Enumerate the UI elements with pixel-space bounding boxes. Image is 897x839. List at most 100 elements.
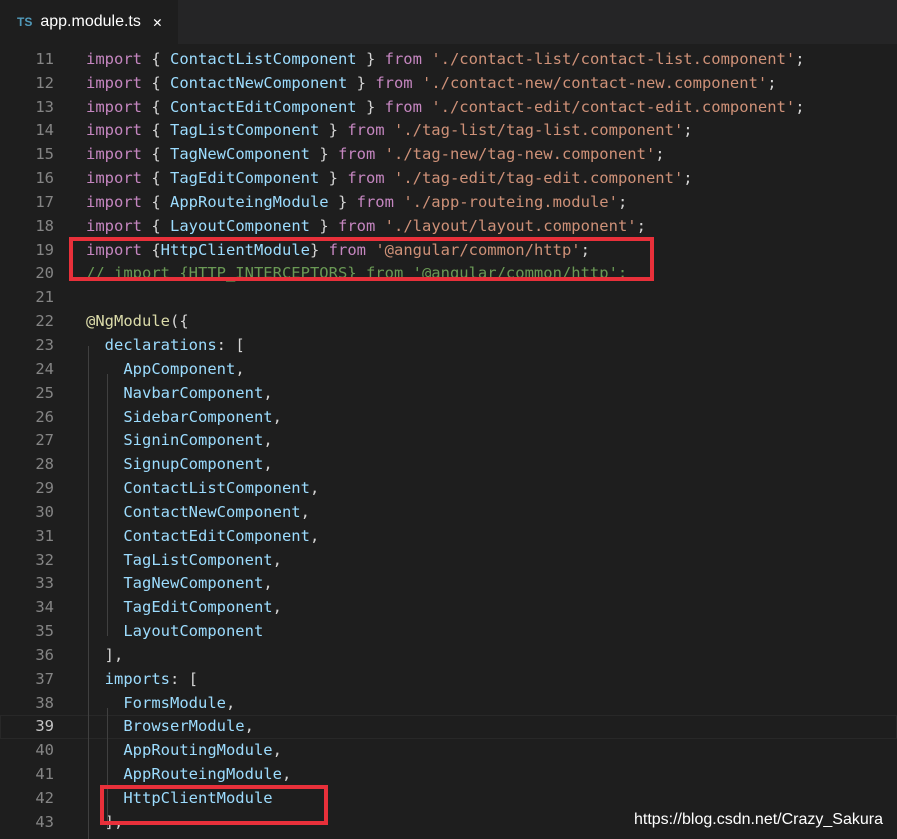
line-number: 24 (35, 359, 54, 378)
line-number: 42 (35, 789, 54, 807)
code-token: declarations (104, 335, 217, 354)
code-line[interactable]: 15 import { TagNewComponent } from './tag… (0, 143, 897, 167)
code-line[interactable]: 29 ContactListComponent, (0, 477, 897, 501)
code-token: from (337, 216, 376, 235)
code-line[interactable]: 18 import { LayoutComponent } from './lay… (0, 215, 897, 239)
code-text: NavbarComponent, (86, 382, 272, 406)
code-token: , (281, 765, 292, 784)
code-token: from (384, 97, 422, 116)
code-token: } (347, 73, 376, 92)
code-line[interactable]: 34 TagEditComponent, (0, 596, 897, 620)
code-line[interactable]: 11 import { ContactListComponent } from '… (0, 48, 897, 72)
code-token: , (235, 359, 245, 378)
code-line[interactable]: 22 @NgModule({ (0, 310, 897, 334)
code-text: LayoutComponent (86, 620, 263, 644)
code-token: ], (86, 645, 124, 664)
code-text: @NgModule({ (86, 310, 189, 334)
code-token: AppRouteingModule (123, 765, 282, 784)
tab-app-module[interactable]: TS app.module.ts ✕ (0, 0, 178, 44)
line-number: 23 (35, 335, 54, 354)
code-token: ; (617, 192, 628, 211)
code-token: './contact-list/contact-list.component' (431, 49, 796, 68)
tab-bar: TS app.module.ts ✕ (0, 0, 897, 44)
code-editor[interactable]: 10import { SignupComponent } from './sig… (0, 44, 897, 839)
code-line[interactable]: 33 TagNewComponent, (0, 572, 897, 596)
code-token: ; (795, 97, 805, 116)
line-number: 18 (35, 216, 54, 235)
code-text: import { ContactEditComponent } from './… (86, 96, 805, 120)
code-token: from (347, 121, 385, 140)
code-line[interactable]: 17 import { AppRouteingModule } from './a… (0, 191, 897, 215)
line-number: 43 (35, 812, 54, 831)
line-number: 35 (35, 622, 54, 641)
code-line[interactable]: 24 AppComponent, (0, 358, 897, 382)
code-text: import { ContactNewComponent } from './c… (86, 72, 777, 96)
code-line[interactable]: 38 FormsModule, (0, 692, 897, 716)
code-token: { (142, 49, 170, 68)
code-token: ; (636, 216, 646, 235)
code-line[interactable]: 36 ], (0, 644, 897, 668)
code-token: ContactEditComponent (170, 97, 357, 116)
code-text: import { TagEditComponent } from './tag-… (86, 167, 693, 191)
code-line[interactable]: 16 import { TagEditComponent } from './ta… (0, 167, 897, 191)
code-line[interactable]: 41 AppRouteingModule, (0, 763, 897, 787)
code-token: ContactNewComponent (170, 73, 348, 92)
code-token: import (86, 169, 142, 188)
code-token: { (142, 169, 170, 188)
code-token: ContactListComponent (170, 49, 357, 68)
code-line[interactable]: 37 imports: [ (0, 668, 897, 692)
code-token: from (347, 169, 385, 188)
code-token: TagNewComponent (123, 574, 264, 593)
code-token: ContactEditComponent (123, 526, 310, 545)
code-token: NavbarComponent (123, 383, 264, 402)
close-icon[interactable]: ✕ (153, 13, 162, 31)
code-text: SidebarComponent, (86, 406, 282, 430)
typescript-icon: TS (17, 15, 33, 29)
code-token: : [ (170, 669, 198, 688)
code-lines: 10import { SignupComponent } from './sig… (0, 44, 897, 835)
code-text: ContactEditComponent, (86, 525, 319, 549)
code-token: , (300, 502, 310, 521)
code-line[interactable]: 27 SigninComponent, (0, 429, 897, 453)
code-line[interactable]: 23 declarations: [ (0, 334, 897, 358)
code-line[interactable]: 12 import { ContactNewComponent } from '.… (0, 72, 897, 96)
code-token: import (86, 192, 142, 211)
line-number: 21 (35, 288, 54, 307)
code-token: } (309, 216, 338, 235)
code-line[interactable]: 13 import { ContactEditComponent } from '… (0, 96, 897, 120)
code-text: TagNewComponent, (86, 572, 272, 596)
line-number: 40 (35, 741, 54, 760)
code-token: './tag-edit/tag-edit.component' (393, 169, 684, 188)
code-line[interactable]: 26 SidebarComponent, (0, 406, 897, 430)
code-token: import (86, 216, 142, 235)
line-number: 12 (35, 73, 54, 92)
code-token: SigninComponent (123, 431, 264, 450)
code-line[interactable]: 39 BrowserModule, (0, 715, 897, 739)
code-text: declarations: [ (86, 334, 245, 358)
code-line[interactable]: 35 LayoutComponent (0, 620, 897, 644)
code-text: import { TagListComponent } from './tag-… (86, 119, 693, 143)
code-text: ], (86, 644, 124, 668)
code-line[interactable]: 40 AppRoutingModule, (0, 739, 897, 763)
code-token: FormsModule (123, 693, 226, 712)
code-line[interactable]: 21 (0, 286, 897, 310)
code-token: { (142, 121, 170, 140)
code-line[interactable]: 31 ContactEditComponent, (0, 525, 897, 549)
code-line[interactable]: 30 ContactNewComponent, (0, 501, 897, 525)
code-line[interactable]: 14 import { TagListComponent } from './ta… (0, 119, 897, 143)
code-line[interactable]: 28 SignupComponent, (0, 453, 897, 477)
line-number: 22 (35, 312, 54, 331)
line-number: 20 (35, 264, 54, 283)
code-line[interactable]: 32 TagListComponent, (0, 549, 897, 573)
code-token: import (86, 73, 142, 92)
code-line[interactable]: 25 NavbarComponent, (0, 382, 897, 406)
